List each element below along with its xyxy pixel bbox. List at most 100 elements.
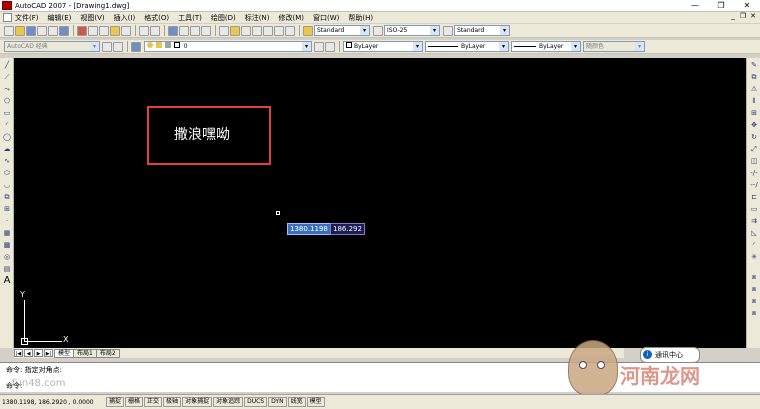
menu-edit[interactable]: 编辑(E) (48, 13, 72, 23)
mirror-icon[interactable]: ⚠ (749, 84, 759, 94)
table-icon[interactable]: ▤ (2, 264, 12, 274)
layer-manager-icon[interactable] (131, 41, 141, 52)
line-icon[interactable]: ╱ (2, 60, 12, 70)
minimize-button[interactable]: — (682, 0, 708, 12)
color-select[interactable]: ByLayer ▾ (343, 41, 423, 52)
coordinate-readout[interactable]: 1380.1198, 186.2920 , 0.0000 (0, 399, 106, 406)
rectangle-icon[interactable]: ▭ (2, 108, 12, 118)
first-tab-button[interactable]: |◀ (14, 349, 23, 357)
plot-icon[interactable] (37, 25, 47, 36)
ortho-toggle[interactable]: 正交 (144, 397, 163, 407)
next-tab-button[interactable]: ▶ (34, 349, 43, 357)
restore-button[interactable]: ❐ (708, 0, 734, 12)
autocad-app-icon[interactable] (2, 1, 12, 10)
layer-select[interactable]: 0 ▾ (144, 41, 312, 52)
table-style-icon[interactable] (443, 25, 453, 36)
cut-icon[interactable] (77, 25, 87, 36)
menu-window[interactable]: 窗口(W) (313, 13, 339, 23)
zoom-previous-icon[interactable] (201, 25, 211, 36)
stretch-icon[interactable]: ◫ (749, 156, 759, 166)
snap-toggle[interactable]: 捕捉 (106, 397, 125, 407)
polygon-icon[interactable]: ⬠ (2, 96, 12, 106)
block-editor-icon[interactable] (121, 25, 131, 36)
draw-order-icon[interactable]: ⧈ (749, 272, 759, 282)
break-icon[interactable]: ▭ (749, 204, 759, 214)
menu-view[interactable]: 视图(V) (80, 13, 104, 23)
revision-cloud-icon[interactable]: ☁ (2, 144, 12, 154)
erase-icon[interactable]: ✎ (749, 60, 759, 70)
dim-style-select[interactable]: ISO-25 ▾ (384, 25, 440, 36)
close-button[interactable]: ✕ (734, 0, 760, 12)
text-style-icon[interactable] (303, 25, 313, 36)
menu-insert[interactable]: 插入(I) (114, 13, 136, 23)
sheet-set-icon[interactable] (252, 25, 262, 36)
plot-preview-icon[interactable] (48, 25, 58, 36)
move-icon[interactable]: ✥ (749, 120, 759, 130)
workspace-settings-icon[interactable] (102, 41, 112, 52)
tab-model[interactable]: 模型 (54, 348, 75, 358)
region-icon[interactable]: ◎ (2, 252, 12, 262)
redo-icon[interactable] (150, 25, 160, 36)
markup-icon[interactable] (263, 25, 273, 36)
match-properties-icon[interactable] (110, 25, 120, 36)
workspace-select[interactable]: AutoCAD 经典 ▾ (4, 41, 100, 52)
bring-above-icon[interactable]: ⧈ (749, 308, 759, 318)
layer-previous-icon[interactable] (325, 41, 335, 52)
publish-icon[interactable] (59, 25, 69, 36)
menu-tools[interactable]: 工具(T) (178, 13, 202, 23)
plotstyle-select[interactable]: 随颜色 ▾ (583, 41, 645, 52)
osnap-toggle[interactable]: 对象捕捉 (182, 397, 213, 407)
menu-format[interactable]: 格式(O) (144, 13, 169, 23)
drawing-canvas[interactable]: 撒浪嘿呦 1380.1198 186.292 Y X (14, 58, 746, 348)
make-block-icon[interactable]: ⊞ (2, 204, 12, 214)
menu-modify[interactable]: 修改(M) (278, 13, 304, 23)
dynamic-input-x[interactable]: 1380.1198 (287, 223, 331, 235)
lineweight-select[interactable]: ByLayer ▾ (511, 41, 581, 52)
doc-minimize-button[interactable]: _ (728, 12, 738, 20)
previous-tab-button[interactable]: ◀ (24, 349, 33, 357)
join-icon[interactable]: ⇉ (749, 216, 759, 226)
grid-toggle[interactable]: 栅格 (125, 397, 144, 407)
polyline-icon[interactable]: ⤳ (2, 84, 12, 94)
extend-icon[interactable]: --/ (749, 180, 759, 190)
copy-object-icon[interactable]: ⧉ (749, 72, 759, 82)
make-current-layer-icon[interactable] (314, 41, 324, 52)
circle-icon[interactable]: ◯ (2, 132, 12, 142)
ellipse-icon[interactable]: ⬭ (2, 168, 12, 178)
dynamic-input-y[interactable]: 186.292 (330, 223, 365, 235)
menu-dimension[interactable]: 标注(N) (245, 13, 270, 23)
document-icon[interactable] (3, 13, 12, 22)
doc-close-button[interactable]: ✕ (748, 12, 758, 20)
help-icon[interactable] (285, 25, 295, 36)
tab-layout1[interactable]: 布局1 (73, 348, 97, 358)
rotate-icon[interactable]: ↻ (749, 132, 759, 142)
menu-file[interactable]: 文件(F) (15, 13, 39, 23)
ellipse-arc-icon[interactable]: ◡ (2, 180, 12, 190)
menu-draw[interactable]: 绘图(D) (211, 13, 236, 23)
tool-palettes-icon[interactable] (241, 25, 251, 36)
chamfer-icon[interactable]: ◺ (749, 228, 759, 238)
spline-icon[interactable]: ∿ (2, 156, 12, 166)
table-style-select[interactable]: Standard ▾ (454, 25, 510, 36)
last-tab-button[interactable]: ▶| (44, 349, 53, 357)
bring-to-front-icon[interactable]: ⧈ (749, 284, 759, 294)
undo-icon[interactable] (139, 25, 149, 36)
paste-icon[interactable] (99, 25, 109, 36)
zoom-realtime-icon[interactable] (179, 25, 189, 36)
lineweight-toggle[interactable]: 线宽 (287, 397, 306, 407)
hatch-icon[interactable]: ▦ (2, 228, 12, 238)
insert-block-icon[interactable]: ⧉ (2, 192, 12, 202)
design-center-icon[interactable] (230, 25, 240, 36)
dyn-toggle[interactable]: DYN (268, 397, 287, 407)
construction-line-icon[interactable]: ⟋ (2, 72, 12, 82)
break-at-point-icon[interactable]: ⊏ (749, 192, 759, 202)
copy-icon[interactable] (88, 25, 98, 36)
menu-help[interactable]: 帮助(H) (348, 13, 373, 23)
multiline-text-icon[interactable]: A (2, 276, 12, 286)
arc-icon[interactable]: ◜ (2, 120, 12, 130)
explode-icon[interactable]: ✳ (749, 252, 759, 262)
send-to-back-icon[interactable]: ⧈ (749, 296, 759, 306)
polar-toggle[interactable]: 极轴 (163, 397, 182, 407)
workspace-toolbar-icon[interactable] (113, 41, 123, 52)
dim-style-icon[interactable] (373, 25, 383, 36)
